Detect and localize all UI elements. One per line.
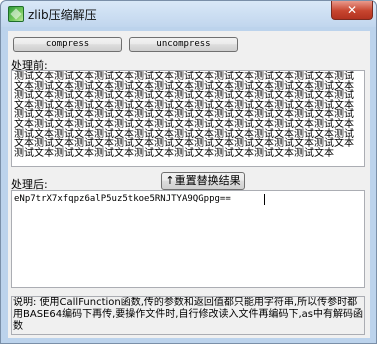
- uncompress-button[interactable]: uncompress: [129, 37, 238, 52]
- compress-button[interactable]: compress: [13, 37, 122, 52]
- close-button[interactable]: ✕: [331, 1, 373, 20]
- client-area: compress uncompress 处理前: 测试文本测试文本测试文本测试文…: [8, 31, 370, 338]
- before-textarea[interactable]: 测试文本测试文本测试文本测试文本测试文本测试文本测试文本测试文本测试文本测试文本…: [11, 70, 365, 167]
- app-icon: [8, 6, 24, 22]
- note-box: 说明: 使用CallFunction函数,传的参数和返回值都只能用字符串,所以传…: [11, 296, 365, 335]
- app-window: zlib压缩解压 ✕ compress uncompress 处理前: 测试文本…: [0, 0, 377, 344]
- after-textarea[interactable]: eNp7trX7xfqpz6alP5uz5tkoe5RNJTYA9QGppg==: [11, 190, 365, 288]
- note-text: 说明: 使用CallFunction函数,传的参数和返回值都只能用字符串,所以传…: [13, 297, 363, 332]
- before-text: 测试文本测试文本测试文本测试文本测试文本测试文本测试文本测试文本测试文本测试文本…: [14, 71, 354, 159]
- reset-result-button[interactable]: ↑重置替换结果: [161, 172, 245, 190]
- after-text: eNp7trX7xfqpz6alP5uz5tkoe5RNJTYA9QGppg==: [14, 194, 231, 204]
- window-title: zlib压缩解压: [28, 8, 97, 22]
- text-caret: [264, 194, 265, 205]
- title-bar[interactable]: zlib压缩解压 ✕: [1, 1, 376, 27]
